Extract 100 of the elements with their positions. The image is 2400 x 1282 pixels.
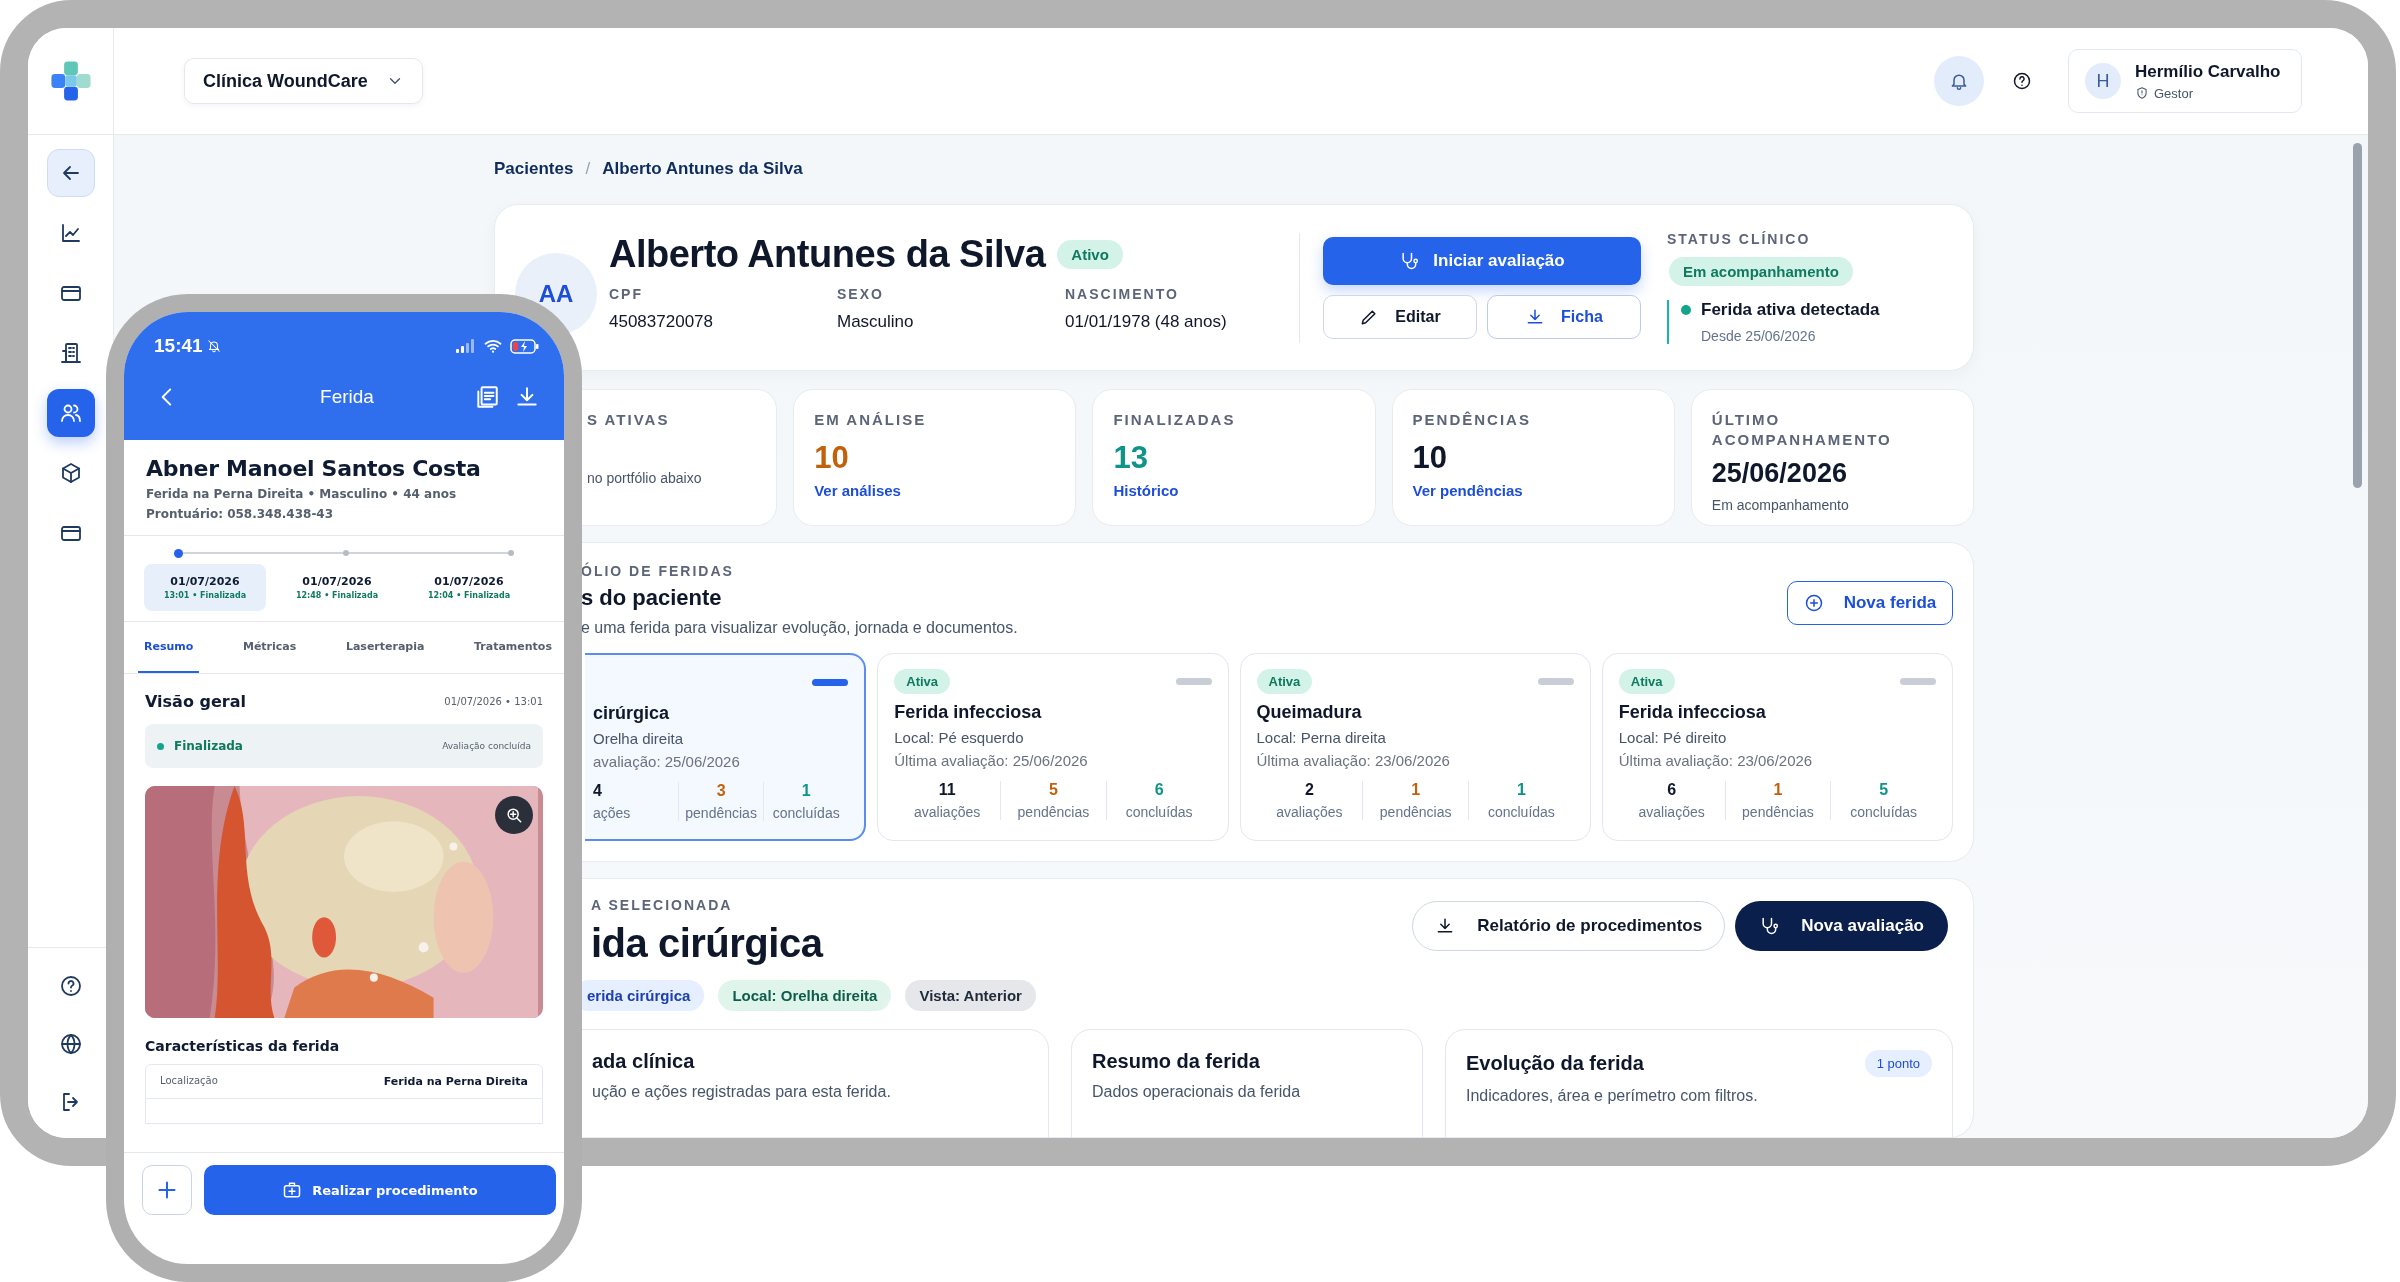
count-badge: 1 ponto xyxy=(1864,1050,1932,1077)
alert-text: Ferida ativa detectada xyxy=(1701,300,1880,320)
tab[interactable]: Resumo xyxy=(138,622,200,673)
wound-card[interactable]: Ativa Queimadura Local: Perna direita Última avaliação: 23/06/2026 2 avaliações 1 pendências 1 concluídas xyxy=(1239,653,1591,841)
stat-value: 3 xyxy=(715,782,727,800)
selection-indicator xyxy=(1537,677,1574,685)
stat-label: avaliações xyxy=(913,804,982,820)
wound-title: Ferida infecciosa xyxy=(1618,702,1767,723)
edit-button[interactable]: Editar xyxy=(1323,294,1477,339)
card-subtitle: Dados operacionais da ferida xyxy=(1092,1083,1302,1101)
tab[interactable]: Laserterapia xyxy=(339,622,431,673)
procedure-button[interactable]: Realizar procedimento xyxy=(204,1165,556,1215)
wound-title: cirúrgica xyxy=(593,703,671,724)
stat-value: 11 xyxy=(937,781,957,799)
download-button[interactable]: Ficha xyxy=(1487,294,1641,339)
session-chip[interactable]: 01/07/2026 12:04 • Finalizada xyxy=(408,564,530,611)
plus-circle-icon xyxy=(1803,593,1824,613)
section-title: Características da ferida xyxy=(145,1038,341,1054)
stat-note: Em acompanhamento xyxy=(1711,497,1850,513)
section-label: ÓLIO DE FERIDAS xyxy=(581,563,735,579)
notifications-button[interactable] xyxy=(1934,56,1984,106)
stat-label: avaliações xyxy=(1637,804,1706,820)
wound-card[interactable]: Ativa Ferida infecciosa Local: Pé direito Última avaliação: 23/06/2026 6 avaliações 1 pendências 5 concluídas xyxy=(1601,653,1953,841)
stat-label: FINALIZADAS xyxy=(1113,410,1237,430)
battery-icon xyxy=(510,338,540,354)
stat-label: pendências xyxy=(1016,804,1091,820)
wound-last-evaluation: avaliação: 25/06/2026 xyxy=(593,753,741,770)
selection-indicator xyxy=(1900,677,1936,685)
globe-icon xyxy=(58,1032,83,1056)
user-menu[interactable]: H Hermílio Carvalho Gestor xyxy=(2068,49,2302,113)
stat-value: 1 xyxy=(1515,781,1527,799)
status-dot xyxy=(1681,305,1691,315)
scrollbar[interactable] xyxy=(2353,143,2362,488)
stat-link[interactable]: Ver pendências xyxy=(1412,482,1654,499)
nav-button[interactable] xyxy=(46,389,95,437)
user-role: Gestor xyxy=(2154,85,2193,101)
session-date: 01/07/2026 xyxy=(302,575,372,588)
patient-details: Ferida na Perna Direita • Masculino • 44 anos xyxy=(146,487,458,501)
status-badge: Ativo xyxy=(1057,240,1123,269)
card-subtitle: ução e ações registradas para esta ferida. xyxy=(592,1083,892,1101)
wound-last-evaluation: Última avaliação: 25/06/2026 xyxy=(894,752,1089,769)
stat-value: 2 xyxy=(1303,781,1315,799)
stat-note: no portfólio abaixo xyxy=(587,470,703,486)
section-title: s do paciente xyxy=(581,585,723,611)
stat-link[interactable]: Histórico xyxy=(1113,482,1355,499)
document-button[interactable] xyxy=(474,384,500,410)
wifi-icon xyxy=(483,337,503,355)
section-subtitle: e uma ferida para visualizar evolução, jornada e documentos. xyxy=(581,619,1018,637)
status-badge: Ativa xyxy=(1618,668,1675,694)
stat-value: 1 xyxy=(1772,781,1784,799)
stat-label: concluídas xyxy=(1124,804,1194,820)
stat-label: PENDÊNCIAS xyxy=(1412,410,1532,430)
user-name: Hermílio Carvalho xyxy=(2135,61,2281,82)
stat-value: 10 xyxy=(814,440,850,476)
wound-location: Local: Pé esquerdo xyxy=(894,729,1025,746)
section-label: STATUS CLÍNICO xyxy=(1667,231,1812,247)
zoom-in-icon xyxy=(504,805,524,825)
start-evaluation-button[interactable]: Iniciar avaliação xyxy=(1323,236,1641,285)
wound-last-evaluation: Última avaliação: 23/06/2026 xyxy=(1618,752,1814,769)
tab[interactable]: Tratamentos xyxy=(468,622,558,673)
stat-label: ações xyxy=(593,805,631,821)
clinic-dropdown[interactable]: Clínica WoundCare xyxy=(184,58,423,104)
stat-label: avaliações xyxy=(1275,804,1344,820)
stat-link[interactable]: Ver análises xyxy=(814,482,1056,499)
stethoscope-icon xyxy=(1399,250,1420,271)
wound-card[interactable]: cirúrgica Orelha direita avaliação: 25/06/2026 4 ações 3 pendências 1 concluídas xyxy=(585,653,867,841)
stethoscope-icon xyxy=(1759,916,1780,936)
stat-value: 4 xyxy=(593,782,602,800)
card-subtitle: Indicadores, área e perímetro com filtros. xyxy=(1466,1087,1759,1105)
evaluation-datetime: 01/07/2026 • 13:01 xyxy=(444,696,543,707)
screen-title: Ferida xyxy=(319,386,375,408)
new-wound-button[interactable]: Nova ferida xyxy=(1787,581,1953,625)
document-icon xyxy=(474,384,500,410)
tab[interactable]: Métricas xyxy=(236,622,303,673)
new-evaluation-button[interactable]: Nova avaliação xyxy=(1735,901,1948,951)
session-info: 12:04 • Finalizada xyxy=(427,591,511,600)
stat-label: S ATIVAS xyxy=(587,410,671,430)
wound-card[interactable]: Ativa Ferida infecciosa Local: Pé esquerdo Última avaliação: 25/06/2026 11 avaliações 5 pendências 6 concluídas xyxy=(877,653,1229,841)
tag: Local: Orelha direita xyxy=(718,980,892,1011)
help-icon xyxy=(58,974,83,998)
selection-indicator xyxy=(812,678,849,686)
stat-value: 6 xyxy=(1666,781,1678,799)
stat-label: pendências xyxy=(1741,804,1815,820)
signal-icon xyxy=(456,339,476,353)
report-button[interactable]: Relatório de procedimentos xyxy=(1412,901,1726,951)
stat-label: EM ANÁLISE xyxy=(814,410,928,430)
alert-date: Desde 25/06/2026 xyxy=(1700,328,1817,344)
session-chip[interactable]: 01/07/2026 12:48 • Finalizada xyxy=(276,564,398,611)
section-title: Visão geral xyxy=(145,692,246,711)
nav-button[interactable] xyxy=(46,149,95,197)
card-title: Evolução da ferida xyxy=(1466,1052,1644,1075)
breadcrumb-link[interactable]: Pacientes xyxy=(494,159,574,179)
card-title: Resumo da ferida xyxy=(1092,1050,1260,1073)
session-chip[interactable]: 01/07/2026 13:01 • Finalizada xyxy=(144,564,266,611)
status-dot xyxy=(157,742,164,750)
help-icon xyxy=(2012,71,2032,91)
field-label: NASCIMENTO xyxy=(1065,286,1180,302)
stat-label: concluídas xyxy=(1849,804,1919,820)
stat-value: 5 xyxy=(1047,781,1059,799)
add-button[interactable] xyxy=(142,1165,192,1215)
